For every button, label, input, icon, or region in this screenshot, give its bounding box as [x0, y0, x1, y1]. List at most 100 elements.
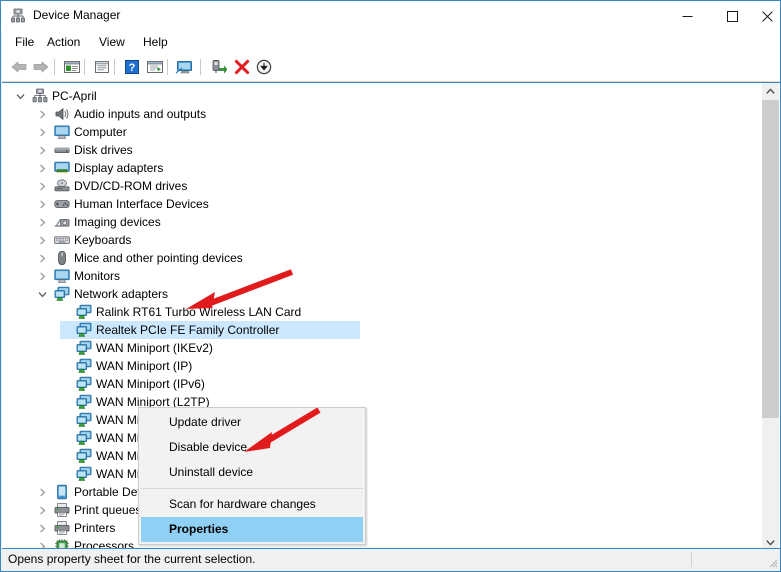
- tree-item[interactable]: Computer: [2, 123, 757, 141]
- maximize-button[interactable]: [710, 1, 755, 31]
- tree-item[interactable]: Printers: [2, 519, 757, 537]
- tree-item[interactable]: WAN Miniport (PPTP): [2, 447, 757, 465]
- forward-button[interactable]: [30, 56, 52, 78]
- device-tree-pane: PC-April Audio inputs and outputs Computer…: [2, 82, 780, 551]
- chevron-right-icon: [39, 488, 45, 496]
- tree-item[interactable]: Display adapters: [2, 159, 757, 177]
- tree-expander-collapsed[interactable]: [34, 159, 50, 177]
- tree-item[interactable]: Print queues: [2, 501, 757, 519]
- tree-expander-collapsed[interactable]: [34, 231, 50, 249]
- tree-expander-collapsed[interactable]: [34, 177, 50, 195]
- disable-device-icon: [256, 59, 272, 75]
- computer-root-icon: [32, 88, 48, 104]
- tree-item[interactable]: WAN Miniport (IP): [2, 357, 757, 375]
- menu-view[interactable]: View: [92, 34, 132, 52]
- tree-item[interactable]: Imaging devices: [2, 213, 757, 231]
- tree-expander-collapsed[interactable]: [34, 123, 50, 141]
- tree-item[interactable]: Human Interface Devices: [2, 195, 757, 213]
- tree-item-label: Realtek PCIe FE Family Controller: [96, 323, 280, 337]
- tree-item[interactable]: Mice and other pointing devices: [2, 249, 757, 267]
- tree-item-label: Computer: [74, 125, 127, 139]
- tree-item[interactable]: Audio inputs and outputs: [2, 105, 757, 123]
- tree-expander-expanded[interactable]: [34, 285, 50, 303]
- menu-action[interactable]: Action: [40, 34, 87, 52]
- tree-item-label: Ralink RT61 Turbo Wireless LAN Card: [96, 305, 302, 319]
- menu-file[interactable]: File: [8, 34, 41, 52]
- printer-icon: [54, 520, 70, 536]
- vertical-scrollbar[interactable]: [761, 83, 779, 551]
- camera-icon: [54, 214, 70, 230]
- tree-item[interactable]: PC-April: [2, 87, 757, 105]
- network-adapter-icon: [76, 376, 92, 392]
- chevron-down-icon: [16, 93, 24, 99]
- resize-grip-icon: [769, 559, 778, 568]
- minimize-button[interactable]: [665, 1, 710, 31]
- chevron-right-icon: [39, 218, 45, 226]
- enable-device-button[interactable]: [207, 56, 229, 78]
- update-driver-button[interactable]: [144, 56, 166, 78]
- tree-item[interactable]: Keyboards: [2, 231, 757, 249]
- tree-item[interactable]: Portable Devices: [2, 483, 757, 501]
- portable-device-icon: [54, 484, 70, 500]
- update-driver-icon: [147, 61, 163, 73]
- tree-item[interactable]: WAN Miniport (Network Monitor): [2, 411, 757, 429]
- tree-expander-expanded[interactable]: [12, 87, 28, 105]
- tree-expander-collapsed[interactable]: [34, 519, 50, 537]
- tree-item-label: WAN Miniport (IKEv2): [96, 341, 213, 355]
- context-menu-item-uninstall-device[interactable]: Uninstall device: [139, 460, 365, 485]
- tree-item[interactable]: WAN Miniport (PPPOE): [2, 429, 757, 447]
- tree-item[interactable]: Monitors: [2, 267, 757, 285]
- tree-item-label: WAN Miniport (IP): [96, 359, 193, 373]
- tree-item-label: Keyboards: [74, 233, 132, 247]
- uninstall-device-button[interactable]: [231, 56, 253, 78]
- status-bar-divider: [691, 552, 692, 567]
- context-menu-item-properties[interactable]: Properties: [141, 517, 363, 542]
- context-menu-item-disable-device[interactable]: Disable device: [139, 435, 365, 460]
- tree-item-label: Disk drives: [74, 143, 133, 157]
- chevron-right-icon: [39, 110, 45, 118]
- tree-item[interactable]: Disk drives: [2, 141, 757, 159]
- context-menu-item-update-driver[interactable]: Update driver: [139, 410, 365, 435]
- close-icon: [762, 10, 773, 22]
- tree-expander-collapsed[interactable]: [34, 213, 50, 231]
- tree-item[interactable]: Realtek PCIe FE Family Controller: [2, 321, 757, 339]
- tree-expander-collapsed[interactable]: [34, 195, 50, 213]
- show-hide-console-tree-button[interactable]: [61, 56, 83, 78]
- tree-item[interactable]: Ralink RT61 Turbo Wireless LAN Card: [2, 303, 757, 321]
- keyboard-icon: [54, 232, 70, 248]
- tree-item[interactable]: Network adapters: [2, 285, 757, 303]
- tree-expander-collapsed[interactable]: [34, 105, 50, 123]
- back-icon: [11, 61, 27, 73]
- tree-item-label: Audio inputs and outputs: [74, 107, 207, 121]
- context-menu-item-scan-hardware-changes[interactable]: Scan for hardware changes: [139, 492, 365, 517]
- scan-hardware-changes-button[interactable]: [174, 56, 196, 78]
- tree-expander-collapsed[interactable]: [34, 267, 50, 285]
- chevron-up-icon: [766, 88, 775, 94]
- scroll-up-button[interactable]: [762, 83, 779, 100]
- tree-item[interactable]: WAN Miniport (IKEv2): [2, 339, 757, 357]
- tree-item-label: DVD/CD-ROM drives: [74, 179, 188, 193]
- tree-item[interactable]: WAN Miniport (L2TP): [2, 393, 757, 411]
- network-adapter-icon: [76, 322, 92, 338]
- tree-expander-collapsed[interactable]: [34, 483, 50, 501]
- back-button[interactable]: [8, 56, 30, 78]
- tree-expander-collapsed[interactable]: [34, 501, 50, 519]
- mouse-icon: [54, 250, 70, 266]
- properties-button[interactable]: [91, 56, 113, 78]
- maximize-icon: [727, 10, 738, 22]
- status-bar: Opens property sheet for the current sel…: [2, 548, 780, 570]
- scrollbar-thumb[interactable]: [762, 100, 779, 418]
- svg-text:?: ?: [129, 62, 136, 74]
- tree-item[interactable]: WAN Miniport (IPv6): [2, 375, 757, 393]
- help-button[interactable]: ?: [121, 56, 143, 78]
- tree-item[interactable]: WAN Miniport (SSTP): [2, 465, 757, 483]
- tree-expander-collapsed[interactable]: [34, 141, 50, 159]
- chevron-right-icon: [39, 254, 45, 262]
- tree-expander-collapsed[interactable]: [34, 249, 50, 267]
- menu-help[interactable]: Help: [136, 34, 175, 52]
- tree-item[interactable]: DVD/CD-ROM drives: [2, 177, 757, 195]
- window-title: Device Manager: [33, 8, 121, 22]
- disable-device-button[interactable]: [253, 56, 275, 78]
- network-adapter-icon: [76, 304, 92, 320]
- close-button[interactable]: [755, 1, 780, 31]
